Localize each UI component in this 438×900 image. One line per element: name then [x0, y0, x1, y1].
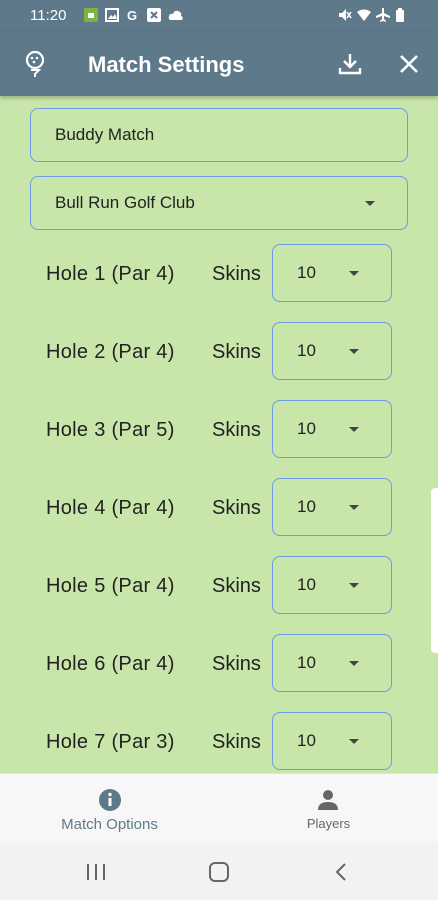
skins-label: Skins — [212, 263, 261, 285]
skins-select[interactable]: 10 — [272, 478, 392, 536]
skins-select[interactable]: 10 — [272, 556, 392, 614]
recents-icon[interactable] — [84, 861, 108, 883]
skins-value: 10 — [297, 653, 316, 672]
close-box-icon — [147, 8, 161, 22]
skins-value: 10 — [297, 575, 316, 594]
tab-players[interactable]: Players — [219, 774, 438, 844]
chevron-down-icon — [349, 349, 359, 354]
match-name-field[interactable]: Buddy Match — [30, 108, 408, 162]
skins-select[interactable]: 10 — [272, 400, 392, 458]
skins-select[interactable]: 10 — [272, 322, 392, 380]
system-nav-bar — [0, 843, 438, 900]
skins-value: 10 — [297, 497, 316, 516]
chevron-down-icon — [349, 271, 359, 276]
hole-row: Hole 1 (Par 4) Skins 10 — [0, 244, 438, 302]
svg-text:G: G — [127, 8, 137, 22]
skins-value: 10 — [297, 731, 316, 750]
mute-icon — [338, 8, 352, 22]
hole-label: Hole 2 (Par 4) — [46, 341, 175, 363]
skins-value: 10 — [297, 263, 316, 282]
tab-label: Players — [306, 816, 351, 831]
chevron-down-icon — [349, 583, 359, 588]
chevron-down-icon — [365, 201, 375, 206]
hole-row: Hole 7 (Par 3) Skins 10 — [0, 712, 438, 770]
match-name-value: Buddy Match — [55, 125, 155, 144]
download-icon[interactable] — [336, 50, 364, 78]
battery-icon — [395, 8, 408, 22]
skins-select[interactable]: 10 — [272, 634, 392, 692]
skins-label: Skins — [212, 341, 261, 363]
tab-match-options[interactable]: Match Options — [0, 774, 219, 844]
bottom-nav: Match Options Players — [0, 773, 438, 844]
hole-row: Hole 3 (Par 5) Skins 10 — [0, 400, 438, 458]
chevron-down-icon — [349, 739, 359, 744]
status-left-icons: G — [84, 8, 183, 23]
skins-label: Skins — [212, 653, 261, 675]
skins-label: Skins — [212, 575, 261, 597]
home-icon[interactable] — [207, 861, 231, 883]
android-notification-icon — [84, 8, 98, 22]
golf-tee-icon[interactable] — [21, 50, 49, 78]
skins-label: Skins — [212, 497, 261, 519]
status-right-icons — [338, 8, 408, 22]
status-bar: 11:20 G — [0, 0, 438, 32]
skins-value: 10 — [297, 419, 316, 438]
google-icon: G — [126, 8, 140, 23]
hole-row: Hole 4 (Par 4) Skins 10 — [0, 478, 438, 536]
skins-select[interactable]: 10 — [272, 712, 392, 770]
airplane-icon — [376, 8, 390, 22]
course-select[interactable]: Bull Run Golf Club — [30, 176, 408, 230]
wifi-icon — [357, 8, 371, 22]
status-time: 11:20 — [30, 7, 67, 24]
cloud-icon — [168, 8, 183, 22]
app-bar: Match Settings — [0, 32, 438, 96]
chevron-down-icon — [349, 661, 359, 666]
image-icon — [105, 8, 119, 22]
course-value: Bull Run Golf Club — [55, 193, 195, 212]
skins-label: Skins — [212, 731, 261, 753]
page-title: Match Settings — [88, 52, 245, 77]
hole-label: Hole 7 (Par 3) — [46, 731, 175, 753]
tab-label: Match Options — [61, 816, 158, 833]
close-icon[interactable] — [395, 50, 423, 78]
skins-value: 10 — [297, 341, 316, 360]
back-icon[interactable] — [330, 861, 354, 883]
person-icon — [316, 788, 340, 812]
hole-label: Hole 5 (Par 4) — [46, 575, 175, 597]
skins-label: Skins — [212, 419, 261, 441]
hole-label: Hole 6 (Par 4) — [46, 653, 175, 675]
skins-select[interactable]: 10 — [272, 244, 392, 302]
hole-label: Hole 1 (Par 4) — [46, 263, 175, 285]
info-icon — [98, 788, 122, 812]
hole-row: Hole 2 (Par 4) Skins 10 — [0, 322, 438, 380]
match-settings-form: Buddy Match Bull Run Golf Club Hole 1 (P… — [0, 96, 438, 773]
hole-label: Hole 4 (Par 4) — [46, 497, 175, 519]
scrollbar[interactable] — [431, 488, 438, 653]
chevron-down-icon — [349, 505, 359, 510]
hole-row: Hole 5 (Par 4) Skins 10 — [0, 556, 438, 614]
chevron-down-icon — [349, 427, 359, 432]
hole-row: Hole 6 (Par 4) Skins 10 — [0, 634, 438, 692]
hole-label: Hole 3 (Par 5) — [46, 419, 175, 441]
